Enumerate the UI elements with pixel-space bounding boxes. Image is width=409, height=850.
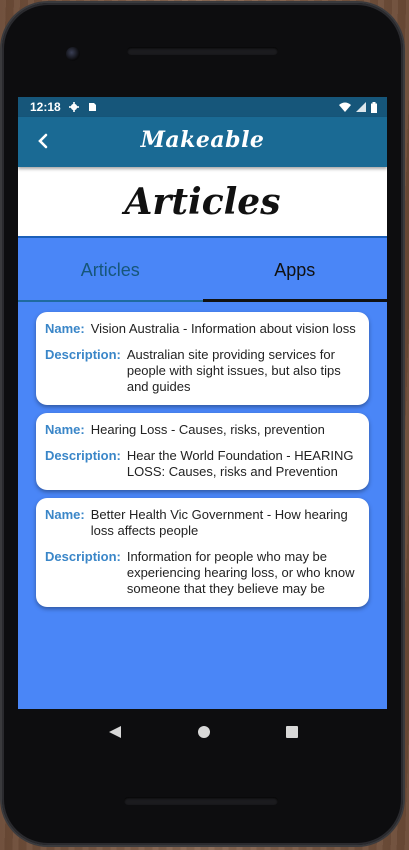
resource-description: Australian site providing services for p…: [126, 347, 341, 394]
front-camera: [66, 47, 80, 61]
settings-gear-icon: [68, 102, 79, 112]
top-speaker: [127, 47, 278, 55]
app-bar: Makeable: [18, 117, 387, 167]
app-brand: Makeable: [140, 127, 265, 153]
wifi-icon: [339, 102, 351, 112]
resource-description: Hear the World Foundation - HEARING LOSS…: [126, 448, 354, 479]
tab-apps[interactable]: Apps: [202, 238, 388, 302]
name-label: Name:: [45, 321, 85, 336]
battery-icon: [371, 101, 377, 113]
nav-back-icon[interactable]: [108, 725, 122, 739]
resource-list: Name: Vision Australia - Information abo…: [18, 302, 387, 607]
nav-home-icon[interactable]: [197, 726, 210, 738]
system-nav-bar: [18, 709, 387, 755]
page-title: Articles: [124, 180, 281, 223]
name-label: Name:: [45, 507, 85, 522]
page-header: Articles: [18, 167, 387, 238]
resource-card[interactable]: Name: Vision Australia - Information abo…: [36, 312, 369, 405]
description-label: Description:: [45, 448, 121, 463]
cell-signal-icon: [356, 102, 366, 112]
description-label: Description:: [45, 347, 121, 362]
description-label: Description:: [45, 549, 121, 564]
resource-description: Information for people who may be experi…: [126, 549, 355, 596]
name-label: Name:: [45, 422, 85, 437]
resource-name: Vision Australia - Information about vis…: [90, 321, 356, 336]
status-bar: 12:18: [18, 97, 387, 117]
nav-recents-icon[interactable]: [285, 726, 298, 738]
resource-name: Better Health Vic Government - How heari…: [90, 507, 348, 538]
sd-card-icon: [88, 103, 96, 111]
status-time: 12:18: [30, 100, 61, 114]
resource-card[interactable]: Name: Better Health Vic Government - How…: [36, 498, 369, 607]
resource-name: Hearing Loss - Causes, risks, prevention: [90, 422, 325, 437]
app-screen: 12:18 Makeable Articles Articles Apps Na…: [18, 97, 387, 709]
resource-card[interactable]: Name: Hearing Loss - Causes, risks, prev…: [36, 413, 369, 490]
tab-bar: Articles Apps: [18, 238, 387, 302]
bottom-speaker: [124, 797, 278, 805]
tab-articles[interactable]: Articles: [18, 238, 203, 302]
